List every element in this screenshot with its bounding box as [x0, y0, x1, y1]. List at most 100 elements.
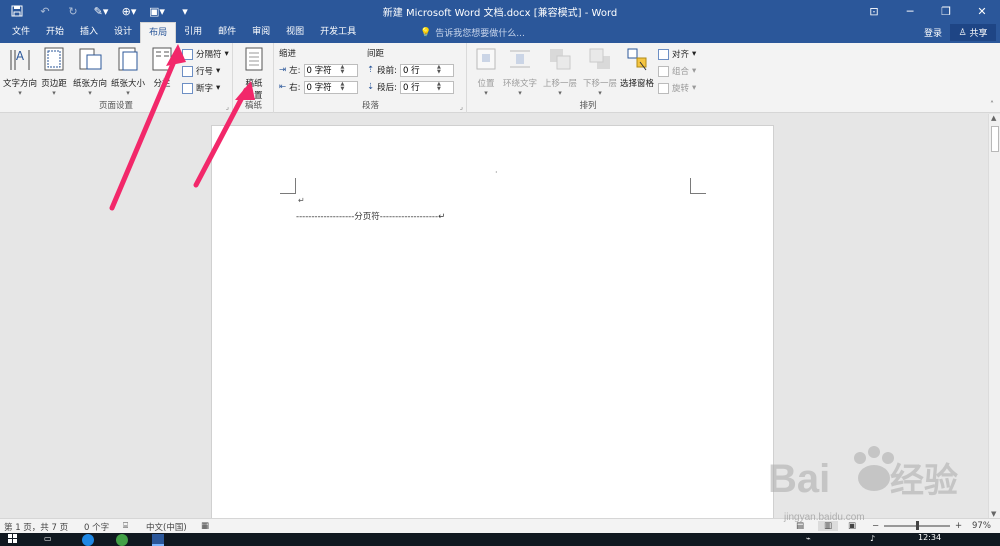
ribbon-tab-bar: 文件 开始 插入 设计 布局 引用 邮件 审阅 视图 开发工具 💡 告诉我您想要… — [0, 22, 1000, 43]
title-bar: ↶ ↻ ✎▾ ⊕▾ ▣▾ ▾ 新建 Microsoft Word 文档.docx… — [0, 0, 1000, 22]
tab-file[interactable]: 文件 — [4, 22, 38, 43]
indent-right-label: 右: — [289, 83, 301, 93]
share-label: 共享 — [969, 29, 988, 39]
page-setup-launcher-icon[interactable]: ⌟ — [226, 103, 229, 111]
indent-right-input[interactable] — [303, 80, 358, 94]
manuscript-settings-button[interactable]: 稿纸 设置 — [236, 46, 272, 101]
wrap-text-label: 环绕文字 — [502, 79, 537, 89]
proofing-icon[interactable]: ⌸ — [123, 521, 128, 531]
spacing-before-icon: ⇡ — [367, 65, 375, 75]
word-count[interactable]: 0 个字 — [84, 521, 109, 533]
tab-developer[interactable]: 开发工具 — [312, 22, 364, 43]
bring-forward-label: 上移一层 — [542, 79, 577, 89]
volume-icon[interactable]: ♪ — [870, 534, 882, 546]
taskbar-clock[interactable]: 12:34 — [918, 533, 941, 542]
app-green-icon[interactable] — [116, 534, 128, 546]
spin-arrows-icon[interactable]: ▲ ▼ — [341, 65, 345, 75]
login-link[interactable]: 登录 — [924, 26, 942, 39]
indent-left-label: 左: — [289, 66, 301, 76]
word-app-icon[interactable] — [152, 534, 164, 546]
vertical-scrollbar[interactable]: ▲ ▼ — [988, 114, 1000, 518]
selection-pane-button[interactable]: 选择窗格 — [618, 46, 656, 89]
task-view-icon[interactable]: ▭ — [44, 534, 56, 546]
close-button[interactable]: ✕ — [964, 0, 1000, 22]
spacing-after-label: 段后: — [377, 83, 397, 93]
scroll-down-icon[interactable]: ▼ — [991, 510, 996, 518]
wrap-text-button[interactable]: 环绕文字 ▾ — [500, 46, 540, 97]
tell-me-box[interactable]: 💡 告诉我您想要做什么... — [420, 26, 525, 40]
bring-forward-button[interactable]: 上移一层 ▾ — [540, 46, 580, 97]
tab-insert[interactable]: 插入 — [72, 22, 106, 43]
tab-layout[interactable]: 布局 — [140, 22, 177, 43]
breaks-icon — [182, 48, 193, 60]
hyphenation-button[interactable]: 断字 ▾ — [182, 81, 220, 95]
zoom-level[interactable]: 97% — [972, 521, 991, 531]
scrollbar-thumb[interactable] — [991, 126, 999, 152]
position-button[interactable]: 位置 ▾ — [470, 46, 502, 97]
paragraph-launcher-icon[interactable]: ⌟ — [460, 103, 463, 111]
align-button[interactable]: 对齐 ▾ — [658, 47, 696, 61]
columns-label: 分栏 — [153, 79, 171, 89]
restore-button[interactable]: ❐ — [928, 0, 964, 22]
orientation-button[interactable]: 纸张方向 ▾ — [70, 46, 110, 97]
margin-corner-top-left — [280, 178, 296, 194]
lightbulb-icon: 💡 — [420, 27, 432, 38]
tab-mailings[interactable]: 邮件 — [210, 22, 244, 43]
tab-view[interactable]: 视图 — [278, 22, 312, 43]
tab-design[interactable]: 设计 — [106, 22, 140, 43]
selection-pane-label: 选择窗格 — [619, 79, 654, 89]
page-count[interactable]: 第 1 页，共 7 页 — [4, 521, 68, 533]
spacing-before-input[interactable] — [400, 63, 454, 77]
tab-home[interactable]: 开始 — [38, 22, 72, 43]
collapse-ribbon-icon[interactable]: ˄ — [990, 100, 994, 109]
svg-text:Bai: Bai — [768, 457, 830, 501]
spacing-after-spinner[interactable]: ⇣ 段后: ▲▼ — [367, 80, 454, 94]
network-icon[interactable]: ⌁ — [806, 534, 818, 546]
tab-review[interactable]: 审阅 — [244, 22, 278, 43]
minimize-button[interactable]: ─ — [892, 0, 928, 22]
page-break-line[interactable]: -------------------分页符------------------… — [296, 210, 445, 222]
rotate-button[interactable]: 旋转 ▾ — [658, 81, 696, 95]
header-dot: · — [495, 168, 498, 177]
spin-arrows-icon[interactable]: ▲ ▼ — [341, 82, 345, 92]
align-label: 对齐 — [672, 50, 690, 60]
indent-right-spinner[interactable]: ⇤ 右: ▲▼ — [279, 80, 358, 94]
columns-button[interactable]: 分栏 — [146, 46, 178, 89]
scroll-up-icon[interactable]: ▲ — [991, 114, 996, 122]
language[interactable]: 中文(中国) — [146, 521, 187, 533]
indent-heading: 缩进 — [279, 49, 297, 59]
browser-icon[interactable] — [82, 534, 94, 546]
columns-icon — [152, 47, 172, 71]
ribbon: A 文字方向 ▾ 页边距 ▾ 纸张方向 ▾ 纸张大小 ▾ 分栏 分隔符 ▾ 行号… — [0, 43, 1000, 113]
windows-start-icon[interactable] — [8, 534, 20, 546]
margins-label: 页边距 — [41, 79, 67, 89]
text-direction-button[interactable]: A 文字方向 ▾ — [0, 46, 40, 97]
spacing-after-icon: ⇣ — [367, 82, 375, 92]
margins-icon — [44, 47, 64, 71]
orientation-label: 纸张方向 — [72, 79, 107, 89]
manuscript-button-line1: 稿纸 — [245, 79, 263, 89]
ribbon-display-options-icon[interactable]: ⊡ — [856, 0, 892, 22]
group-icon — [658, 65, 669, 77]
line-numbers-button[interactable]: 行号 ▾ — [182, 64, 220, 78]
spin-arrows-icon[interactable]: ▲ ▼ — [437, 82, 441, 92]
send-backward-button[interactable]: 下移一层 ▾ — [580, 46, 620, 97]
paragraph-group-label: 段落 — [361, 101, 379, 111]
spacing-after-input[interactable] — [400, 80, 454, 94]
spacing-before-spinner[interactable]: ⇡ 段前: ▲▼ — [367, 63, 454, 77]
macro-record-icon[interactable]: ▦ — [201, 521, 209, 531]
margins-button[interactable]: 页边距 ▾ — [36, 46, 72, 97]
spin-arrows-icon[interactable]: ▲ ▼ — [437, 65, 441, 75]
size-button[interactable]: 纸张大小 ▾ — [108, 46, 148, 97]
indent-left-input[interactable] — [303, 63, 358, 77]
tab-references[interactable]: 引用 — [176, 22, 210, 43]
baidu-jingyan-watermark: Bai 经验 — [768, 446, 958, 501]
group-button[interactable]: 组合 ▾ — [658, 64, 696, 78]
indent-left-spinner[interactable]: ⇥ 左: ▲▼ — [279, 63, 358, 77]
document-page[interactable]: ↵ · -------------------分页符--------------… — [211, 125, 774, 525]
manuscript-group: 稿纸 设置 稿纸 — [234, 43, 274, 113]
chevron-down-icon: ▾ — [558, 89, 562, 97]
share-button[interactable]: ♙ 共享 — [950, 24, 996, 41]
window-title: 新建 Microsoft Word 文档.docx [兼容模式] - Word — [382, 8, 618, 19]
breaks-button[interactable]: 分隔符 ▾ — [182, 47, 229, 61]
